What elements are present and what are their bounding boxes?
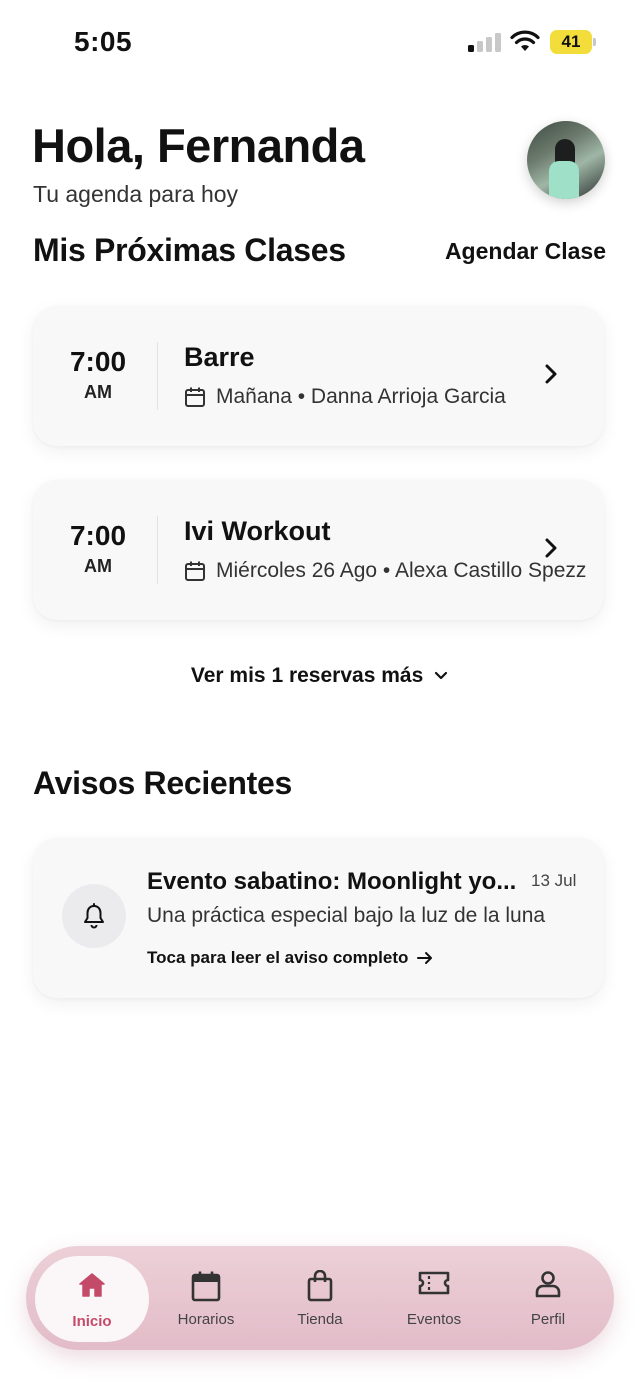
bell-icon xyxy=(84,903,104,929)
bottom-navigation: Inicio Horarios Tienda Eventos Perfil xyxy=(26,1246,614,1350)
class-meta-text: Miércoles 26 Ago • Alexa Castillo Spezz xyxy=(216,559,587,582)
home-icon xyxy=(79,1273,105,1297)
shopping-bag-icon xyxy=(307,1270,333,1302)
nav-label: Horarios xyxy=(177,1311,235,1328)
card-divider xyxy=(157,342,158,410)
calendar-icon xyxy=(185,387,205,407)
nav-label: Tienda xyxy=(297,1311,343,1328)
nav-item-tienda[interactable]: Tienda xyxy=(263,1246,377,1350)
chevron-down-icon xyxy=(434,672,448,680)
class-meta: Mañana • Danna Arrioja Garcia xyxy=(184,385,506,409)
notice-title: Evento sabatino: Moonlight yo... xyxy=(147,868,517,895)
schedule-class-link[interactable]: Agendar Clase xyxy=(445,238,606,265)
class-name: Ivi Workout xyxy=(184,516,331,546)
chevron-right-icon[interactable] xyxy=(542,537,560,559)
more-reservations-link[interactable]: Ver mis 1 reservas más xyxy=(0,664,640,688)
class-card[interactable]: 7:00 AM Barre Mañana • Danna Arrioja Gar… xyxy=(33,306,604,446)
battery-icon: 41 xyxy=(550,30,596,54)
avatar[interactable] xyxy=(527,121,605,199)
status-bar: 5:05 41 xyxy=(0,0,640,86)
nav-label: Eventos xyxy=(406,1311,462,1328)
notice-date: 13 Jul xyxy=(531,871,577,890)
status-time: 5:05 xyxy=(74,26,133,57)
class-time: 7:00 AM xyxy=(57,520,139,577)
wifi-icon xyxy=(510,30,540,51)
greeting-title: Hola, Fernanda xyxy=(32,119,365,172)
more-reservations-label: Ver mis 1 reservas más xyxy=(190,664,424,687)
class-meta: Miércoles 26 Ago • Alexa Castillo Spezz xyxy=(184,559,586,583)
ticket-icon xyxy=(418,1271,450,1295)
class-time-ampm: AM xyxy=(84,382,112,402)
bell-icon-wrap xyxy=(62,884,126,948)
nav-item-inicio[interactable]: Inicio xyxy=(35,1256,149,1342)
nav-label: Inicio xyxy=(72,1313,112,1330)
class-name: Barre xyxy=(184,342,255,372)
class-meta-text: Mañana • Danna Arrioja Garcia xyxy=(216,385,506,408)
arrow-right-icon xyxy=(417,952,433,964)
calendar-icon xyxy=(191,1271,221,1302)
battery-level: 41 xyxy=(561,32,581,51)
user-icon xyxy=(535,1271,561,1298)
read-notice-link[interactable]: Toca para leer el aviso completo xyxy=(147,948,434,968)
notice-body: Una práctica especial bajo la luz de la … xyxy=(147,904,546,927)
class-time: 7:00 AM xyxy=(57,346,139,403)
card-divider xyxy=(157,516,158,584)
calendar-icon xyxy=(185,561,205,581)
nav-item-horarios[interactable]: Horarios xyxy=(149,1246,263,1350)
class-card[interactable]: 7:00 AM Ivi Workout Miércoles 26 Ago • A… xyxy=(33,480,604,620)
class-time-ampm: AM xyxy=(84,556,112,576)
recent-notices-title: Avisos Recientes xyxy=(33,765,293,801)
class-time-value: 7:00 xyxy=(69,520,127,551)
class-time-value: 7:00 xyxy=(69,346,127,377)
nav-item-perfil[interactable]: Perfil xyxy=(491,1246,605,1350)
read-notice-label: Toca para leer el aviso completo xyxy=(147,948,409,967)
upcoming-classes-title: Mis Próximas Clases xyxy=(33,232,346,268)
notice-card[interactable]: Evento sabatino: Moonlight yo... 13 Jul … xyxy=(33,838,604,998)
chevron-right-icon[interactable] xyxy=(542,363,560,385)
nav-item-eventos[interactable]: Eventos xyxy=(377,1246,491,1350)
nav-label: Perfil xyxy=(530,1311,566,1328)
cellular-signal-icon xyxy=(468,32,502,52)
greeting-subtitle: Tu agenda para hoy xyxy=(33,181,239,207)
